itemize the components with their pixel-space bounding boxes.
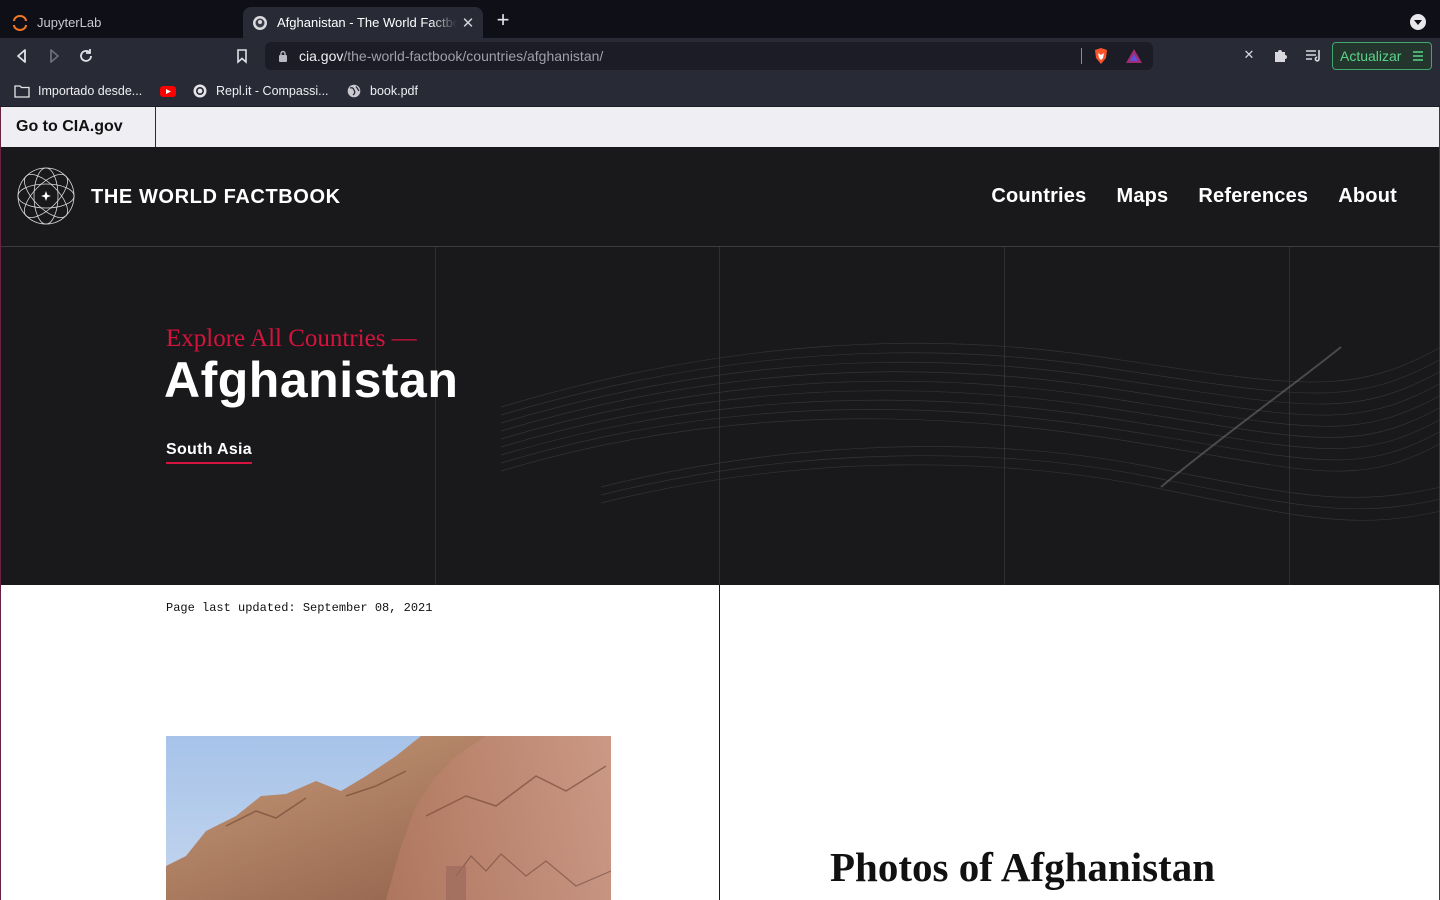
bookmark-icon[interactable]	[232, 46, 252, 66]
menu-icon	[1413, 51, 1423, 61]
reload-icon[interactable]	[76, 46, 96, 66]
brave-shields-icon[interactable]	[1092, 47, 1110, 65]
reading-list-icon[interactable]	[1304, 46, 1322, 64]
bookmark-youtube[interactable]	[160, 82, 184, 100]
forward-icon[interactable]	[44, 46, 64, 66]
nav-references[interactable]: References	[1198, 185, 1308, 208]
extensions-puzzle-icon[interactable]	[1272, 46, 1290, 64]
folder-icon	[14, 85, 30, 98]
photos-heading: Photos of Afghanistan	[830, 844, 1216, 890]
back-icon[interactable]	[12, 46, 32, 66]
update-browser-button[interactable]: Actualizar	[1332, 42, 1432, 70]
bookmark-label: book.pdf	[370, 84, 418, 98]
bookmarks-bar: Importado desde... Repl.it - Compassi...…	[0, 74, 1440, 107]
browser-tab-strip: JupyterLab Afghanistan - The World Factb…	[0, 0, 1440, 38]
go-to-cia-link[interactable]: Go to CIA.gov	[1, 107, 156, 147]
column-divider	[719, 585, 720, 900]
tab-world-factbook[interactable]: Afghanistan - The World Factbook ✕	[243, 7, 483, 38]
nav-countries[interactable]: Countries	[991, 185, 1086, 208]
grid-line	[435, 247, 436, 585]
main-navigation: Countries Maps References About	[991, 185, 1397, 208]
address-bar-separator	[1081, 48, 1082, 64]
bookmark-replit[interactable]: Repl.it - Compassi...	[192, 82, 329, 100]
bookmark-label: Repl.it - Compassi...	[216, 84, 329, 98]
nav-about[interactable]: About	[1338, 185, 1397, 208]
extension-x-icon[interactable]: ✕	[1240, 46, 1258, 64]
decorative-wave-pattern	[501, 342, 1439, 521]
last-updated-text: Page last updated: September 08, 2021	[166, 601, 433, 615]
site-title[interactable]: THE WORLD FACTBOOK	[91, 186, 341, 209]
tab-title: JupyterLab	[37, 15, 102, 30]
tab-search-icon[interactable]	[1410, 14, 1426, 30]
url-text: cia.gov/the-world-factbook/countries/afg…	[299, 48, 604, 64]
globe-icon	[347, 84, 361, 98]
update-button-label: Actualizar	[1340, 48, 1402, 64]
country-title: Afghanistan	[164, 352, 459, 408]
country-hero: Explore All Countries — Afghanistan Sout…	[1, 247, 1439, 585]
region-link[interactable]: South Asia	[166, 441, 252, 464]
bookmark-label: Importado desde...	[38, 84, 143, 98]
brave-rewards-icon[interactable]	[1125, 48, 1143, 64]
address-bar[interactable]: cia.gov/the-world-factbook/countries/afg…	[265, 42, 1153, 70]
web-page: Go to CIA.gov THE WORLD FACTBOOK Countri…	[0, 107, 1440, 900]
tab-jupyterlab[interactable]: JupyterLab	[0, 7, 240, 38]
bookmark-book-pdf[interactable]: book.pdf	[346, 82, 418, 100]
explore-all-countries-link[interactable]: Explore All Countries —	[166, 325, 417, 353]
new-tab-button[interactable]: +	[493, 9, 513, 31]
country-photo[interactable]	[166, 736, 611, 900]
browser-toolbar: cia.gov/the-world-factbook/countries/afg…	[0, 38, 1440, 74]
jupyter-icon	[13, 14, 27, 31]
cia-seal-icon	[253, 15, 267, 30]
world-factbook-logo-icon[interactable]	[16, 166, 76, 226]
replit-icon	[193, 84, 207, 98]
bookmark-folder-imported[interactable]: Importado desde...	[14, 82, 142, 100]
cia-top-bar: Go to CIA.gov	[1, 107, 1439, 147]
country-content: Page last updated: September 08, 2021 Ph…	[1, 585, 1439, 900]
site-header: THE WORLD FACTBOOK Countries Maps Refere…	[1, 147, 1439, 247]
nav-maps[interactable]: Maps	[1116, 185, 1168, 208]
lock-icon	[279, 50, 287, 62]
close-tab-icon[interactable]: ✕	[457, 14, 479, 32]
tab-title: Afghanistan - The World Factbook	[277, 15, 457, 30]
youtube-icon	[160, 86, 176, 97]
